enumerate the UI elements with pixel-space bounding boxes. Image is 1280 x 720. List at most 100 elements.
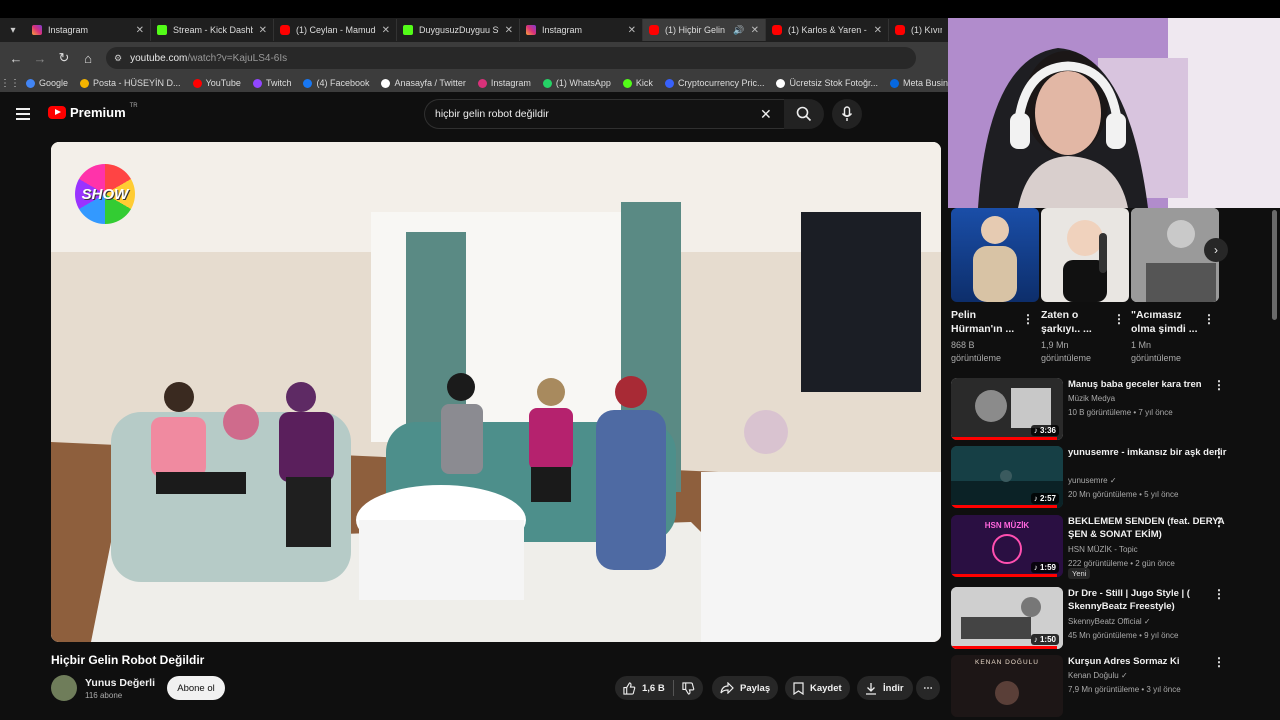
save-button[interactable]: Kaydet [785, 676, 850, 700]
voice-search-button[interactable] [832, 99, 862, 129]
speaker-icon[interactable]: 🔊 [733, 25, 744, 36]
coinmarketcap-icon [664, 78, 674, 88]
like-count: 1,6 B [642, 682, 665, 694]
video-meta: 7,9 Mn görüntüleme • 3 yıl önce [1068, 685, 1181, 694]
channel-name-text: SkennyBeatz Official [1068, 617, 1142, 626]
shorts-next-button[interactable]: › [1204, 238, 1228, 262]
forward-icon[interactable]: → [28, 51, 52, 66]
channel-name[interactable]: SkennyBeatz Official ✓ [1068, 617, 1151, 626]
short-title-line: şarkıyı.. ... [1041, 323, 1092, 335]
bookmark-instagram[interactable]: Instagram [472, 78, 537, 88]
more-vert-icon[interactable]: ⋮ [1022, 312, 1034, 326]
close-icon[interactable]: ✕ [382, 25, 390, 36]
kick-icon [403, 25, 413, 35]
bookmark-stock-photo[interactable]: Ücretsiz Stok Fotoğr... [770, 78, 884, 88]
tab-karlos-yaren[interactable]: (1) Karlos & Yaren - Y ✕ [766, 19, 889, 41]
channel-avatar[interactable] [51, 675, 77, 701]
menu-icon[interactable] [16, 108, 30, 123]
youtube-premium-logo[interactable]: Premium TR [48, 103, 138, 120]
duration-text: 1:50 [1039, 635, 1056, 644]
short-title[interactable]: Pelin Hürman'ın ... [951, 308, 1014, 336]
back-icon[interactable]: ← [4, 51, 28, 66]
recommended-video[interactable]: ♪ 3:36 Manuş baba geceler kara tren Müzi… [951, 378, 1261, 440]
more-vert-icon[interactable]: ⋮ [1213, 515, 1225, 529]
short-title[interactable]: "Acımasız olma şimdi ... [1131, 308, 1198, 336]
tab-ceylan[interactable]: (1) Ceylan - Mamudo ✕ [274, 19, 397, 41]
recommended-video[interactable]: ♪ 2:57 yunusemre - imkansız bir aşk deni… [951, 446, 1261, 508]
divider [672, 680, 674, 696]
close-icon[interactable]: ✕ [751, 25, 759, 36]
clear-icon[interactable]: ✕ [760, 106, 772, 123]
site-info-icon[interactable]: ⚙ [114, 53, 122, 64]
share-button[interactable]: Paylaş [712, 676, 778, 700]
more-actions-button[interactable]: ⋯ [916, 676, 940, 700]
bookmark-kick[interactable]: Kick [617, 78, 659, 88]
bookmark-youtube[interactable]: YouTube [187, 78, 247, 88]
video-frame [51, 142, 941, 642]
video-thumbnail[interactable]: KENAN DOĞULU [951, 655, 1063, 717]
recommended-video[interactable]: ♪ 1:50 Dr Dre - Still | Jugo Style | ( S… [951, 587, 1261, 649]
short-title[interactable]: Zaten o şarkıyı.. ... [1041, 308, 1092, 336]
more-vert-icon[interactable]: ⋮ [1213, 587, 1225, 601]
video-player[interactable]: SHOW [51, 142, 941, 642]
recommended-video[interactable]: KENAN DOĞULU Kurşun Adres Sormaz Ki Kena… [951, 655, 1261, 717]
short-image [1063, 220, 1107, 302]
short-thumbnail[interactable] [1041, 208, 1129, 302]
close-icon[interactable]: ✕ [505, 25, 513, 36]
more-vert-icon[interactable]: ⋮ [1213, 446, 1225, 460]
subscribe-button[interactable]: Abone ol [167, 676, 225, 700]
video-thumbnail[interactable]: ♪ 2:57 [951, 446, 1063, 508]
search-button[interactable] [784, 99, 824, 129]
more-vert-icon[interactable]: ⋮ [1113, 312, 1125, 326]
more-vert-icon[interactable]: ⋮ [1203, 312, 1215, 326]
channel-name[interactable]: Kenan Doğulu ✓ [1068, 671, 1128, 680]
channel-name[interactable]: Yunus Değerli [85, 677, 155, 689]
related-sidebar: › Pelin Hürman'ın ... ⋮ 868 Bgörüntüleme … [948, 208, 1280, 720]
video-thumbnail[interactable]: ♪ 3:36 [951, 378, 1063, 440]
more-vert-icon[interactable]: ⋮ [1213, 378, 1225, 392]
tab-title: (1) Hiçbir Gelin Ro [665, 25, 727, 35]
tab-instagram-1[interactable]: Instagram ✕ [26, 19, 151, 41]
channel-name[interactable]: Müzik Medya [1068, 394, 1115, 403]
url-host: youtube.com [130, 52, 188, 64]
channel-name[interactable]: yunusemre ✓ [1068, 476, 1117, 485]
thumbs-down-icon[interactable] [682, 681, 695, 695]
close-icon[interactable]: ✕ [874, 25, 882, 36]
search-input[interactable]: hiçbir gelin robot değildir [424, 99, 786, 129]
bookmark-whatsapp[interactable]: (1) WhatsApp [537, 78, 617, 88]
x-icon [381, 78, 391, 88]
download-button[interactable]: İndir [857, 676, 913, 700]
short-thumbnail[interactable] [951, 208, 1039, 302]
close-icon[interactable]: ✕ [259, 25, 267, 36]
tab-kivircik[interactable]: (1) Kıvırcık [889, 19, 948, 41]
channel-name[interactable]: HSN MÜZİK - Topic [1068, 545, 1138, 554]
tab-kick-dashboard[interactable]: Stream - Kick Dashbo ✕ [151, 19, 274, 41]
bookmark-twitter[interactable]: Anasayfa / Twitter [375, 78, 471, 88]
bookmark-crypto[interactable]: Cryptocurrency Pric... [659, 78, 771, 88]
tab-duygusuz[interactable]: DuygusuzDuyguu St ✕ [397, 19, 520, 41]
short-views-count: 868 B [951, 340, 975, 350]
reload-icon[interactable]: ↻ [52, 50, 76, 66]
short-views: 1 Mn görüntüleme [1131, 339, 1181, 365]
show-logo-text: SHOW [81, 185, 129, 203]
tab-instagram-2[interactable]: Instagram ✕ [520, 19, 643, 41]
video-thumbnail[interactable]: HSN MÜZİK ♪ 1:59 [951, 515, 1063, 577]
bookmark-facebook[interactable]: (4) Facebook [297, 78, 375, 88]
recommended-video[interactable]: HSN MÜZİK ♪ 1:59 BEKLEMEM SENDEN (feat. … [951, 515, 1261, 579]
video-thumbnail[interactable]: ♪ 1:50 [951, 587, 1063, 649]
apps-grid-icon[interactable]: ⋮⋮ [0, 78, 20, 89]
bookmark-label: Kick [635, 78, 653, 88]
tab-hicbir-gelin[interactable]: (1) Hiçbir Gelin Ro 🔊 ✕ [643, 19, 766, 41]
tab-search-button[interactable]: ▾ [0, 18, 26, 42]
like-button[interactable]: 1,6 B [623, 681, 665, 695]
bookmark-posta[interactable]: Posta - HÜSEYİN D... [74, 78, 187, 88]
bookmark-google[interactable]: Google [20, 78, 74, 88]
address-bar[interactable]: ⚙ youtube.com/watch?v=KajuLS4-6Is [106, 47, 916, 69]
bookmark-twitch[interactable]: Twitch [247, 78, 298, 88]
close-icon[interactable]: ✕ [136, 25, 144, 36]
short-title-line: Pelin [951, 309, 977, 321]
more-vert-icon[interactable]: ⋮ [1213, 655, 1225, 669]
close-icon[interactable]: ✕ [628, 25, 636, 36]
sidebar-scrollbar[interactable] [1272, 210, 1277, 320]
home-icon[interactable]: ⌂ [76, 51, 100, 66]
